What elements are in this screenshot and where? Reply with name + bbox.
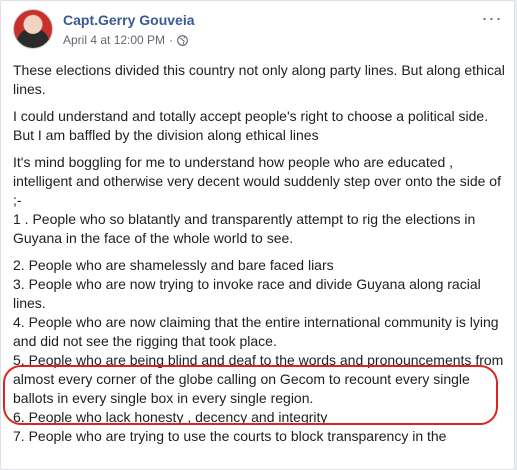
post-paragraph: 2. People who are shamelessly and bare f… [13,256,508,446]
post-text-line: But I am baffled by the division along e… [13,127,319,143]
post-card: Capt.Gerry Gouveia April 4 at 12:00 PM ·… [0,0,515,470]
post-text-line: 5. People who are being blind and deaf t… [13,352,504,406]
avatar[interactable] [13,9,53,49]
post-body: These elections divided this country not… [13,61,508,454]
post-paragraph: I could understand and totally accept pe… [13,107,508,145]
author-name[interactable]: Capt.Gerry Gouveia [63,12,195,28]
post-text-line: 7. People who are trying to use the cour… [13,428,447,444]
post-text-line: It's mind boggling for me to understand … [13,154,501,208]
post-text-line: 2. People who are shamelessly and bare f… [13,257,334,273]
post-header: Capt.Gerry Gouveia April 4 at 12:00 PM ·… [13,9,504,51]
post-text-line: These elections divided this country not… [13,62,505,97]
post-paragraph: It's mind boggling for me to understand … [13,153,508,248]
post-text-line: I could understand and totally accept pe… [13,108,489,124]
post-meta: April 4 at 12:00 PM · [63,33,188,47]
post-timestamp[interactable]: April 4 at 12:00 PM [63,33,165,47]
globe-icon[interactable] [177,34,188,46]
more-options-icon[interactable]: ··· [480,9,504,29]
post-paragraph: These elections divided this country not… [13,61,508,99]
post-text-line: 1 . People who so blatantly and transpar… [13,211,476,246]
post-text-line: 4. People who are now claiming that the … [13,314,499,349]
meta-separator: · [169,33,174,47]
post-text-line: 3. People who are now trying to invoke r… [13,276,481,311]
post-text-line: 6. People who lack honesty , decency and… [13,409,328,425]
